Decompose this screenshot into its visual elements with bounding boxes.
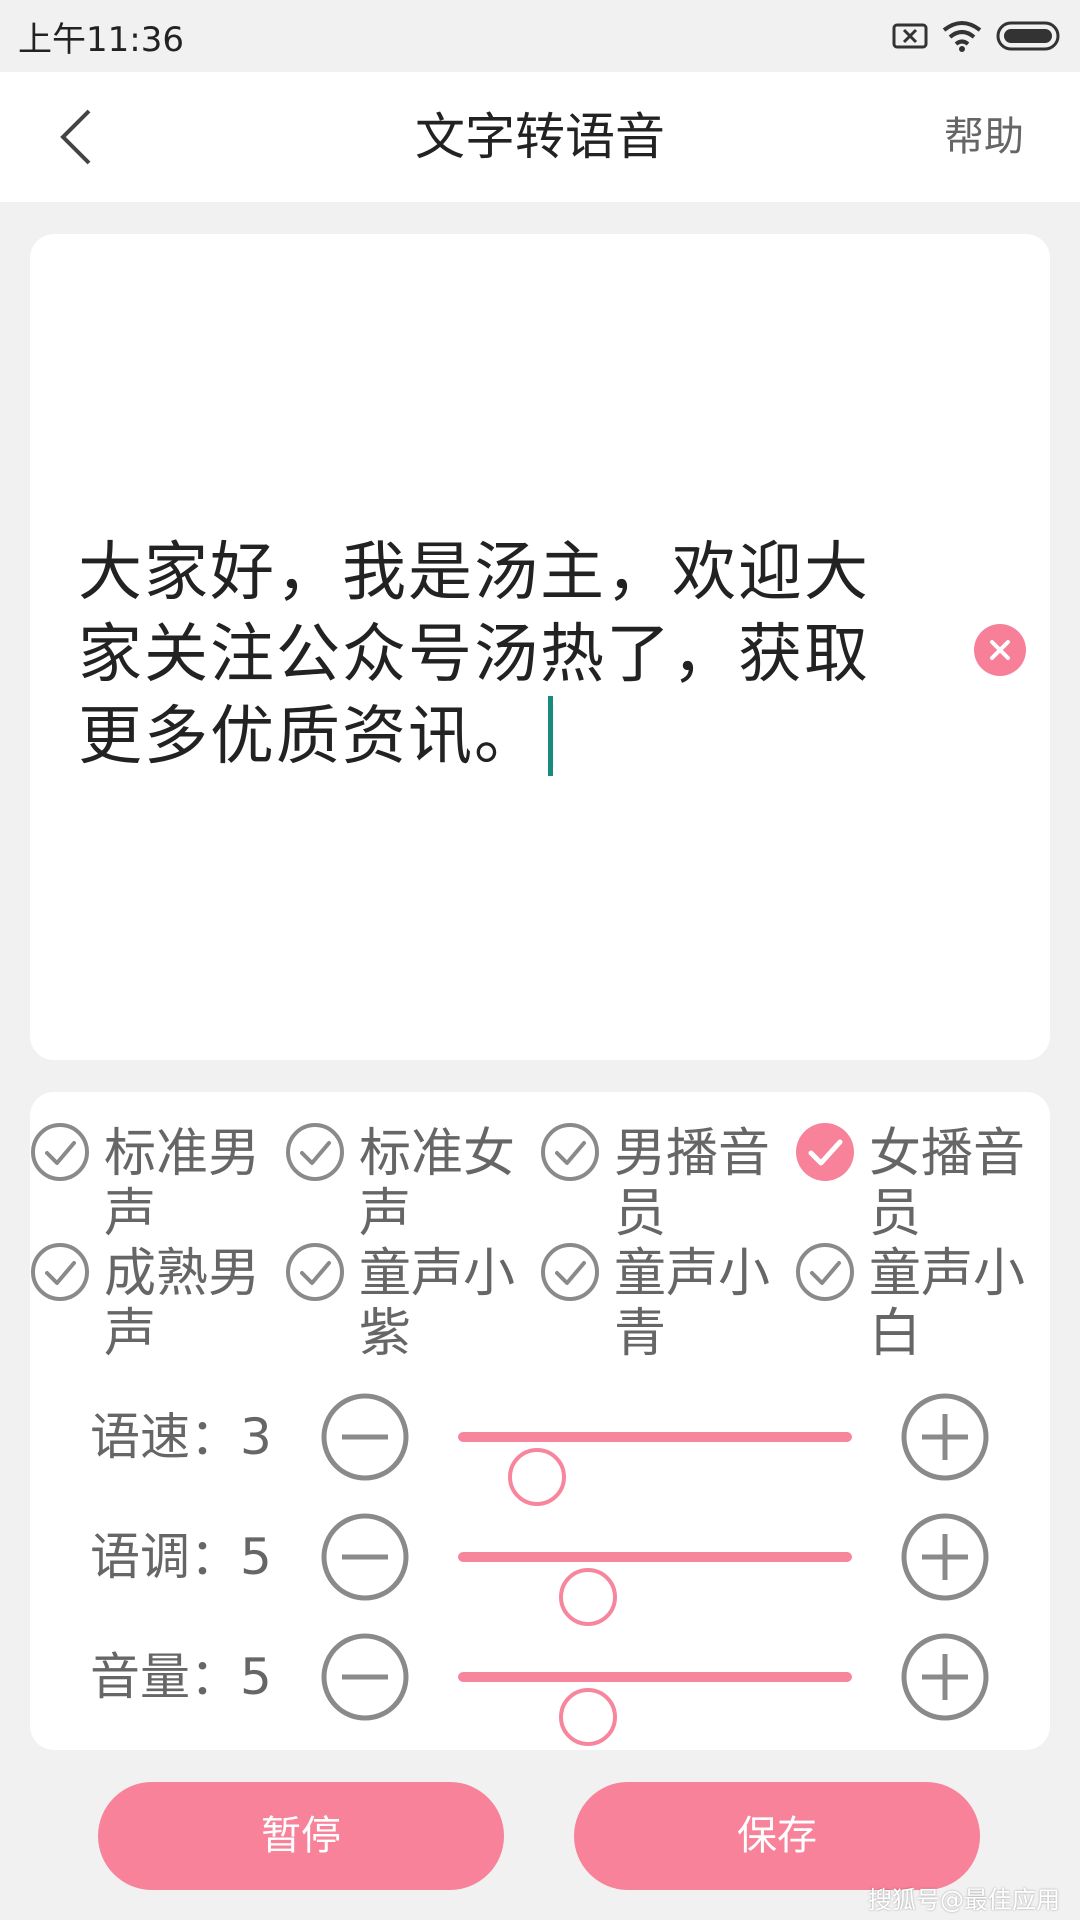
check-circle-icon (286, 1243, 344, 1301)
close-icon (990, 640, 1010, 660)
check-circle-icon (796, 1123, 854, 1181)
voice-label: 童声小白 (869, 1244, 1026, 1360)
volume-slider-track[interactable] (458, 1672, 852, 1746)
voice-label: 标准女声 (359, 1124, 516, 1240)
voice-label: 童声小紫 (359, 1244, 516, 1360)
volume-decrease-button[interactable] (320, 1632, 410, 1722)
voice-option[interactable]: 童声小青 (540, 1240, 795, 1360)
voice-option[interactable]: 成熟男声 (30, 1240, 285, 1360)
speed-decrease-button[interactable] (320, 1392, 410, 1482)
volume-increase-button[interactable] (900, 1632, 990, 1722)
text-cursor (548, 696, 553, 776)
voice-option[interactable]: 童声小白 (795, 1240, 1050, 1360)
save-button[interactable]: 保存 (574, 1782, 980, 1890)
sim-off-icon (892, 23, 928, 49)
pause-button[interactable]: 暂停 (98, 1782, 504, 1890)
speed-slider-thumb[interactable] (507, 1448, 566, 1506)
wifi-icon (942, 21, 982, 52)
check-circle-icon (31, 1243, 89, 1301)
voice-option[interactable]: 标准女声 (285, 1120, 540, 1240)
voice-option[interactable]: 标准男声 (30, 1120, 285, 1240)
speed-slider-track[interactable] (458, 1432, 852, 1506)
check-circle-icon (541, 1123, 599, 1181)
pitch-slider-thumb[interactable] (559, 1568, 618, 1626)
watermark: 搜狐号@最佳应用 (868, 1886, 1060, 1914)
help-button[interactable]: 帮助 (944, 72, 1024, 202)
volume-label: 音量：5 (90, 1648, 272, 1706)
nav-bar: 文字转语音 帮助 (0, 72, 1080, 202)
back-button[interactable] (40, 100, 110, 174)
voice-option[interactable]: 男播音员 (540, 1120, 795, 1240)
speed-row: 语速：3 (30, 1392, 1050, 1506)
check-circle-icon (796, 1243, 854, 1301)
voice-options-card: 标准男声 标准女声 男播音员 女播音员 成熟男声 童声小紫 童声小青 童声小白 (30, 1092, 1050, 1750)
pitch-row: 语调：5 (30, 1512, 1050, 1626)
status-icons (892, 20, 1062, 52)
check-circle-icon (286, 1123, 344, 1181)
text-input-value: 大家好，我是汤主，欢迎大家关注公众号汤热了，获取更多优质资讯。 (78, 536, 870, 774)
pitch-label: 语调：5 (90, 1528, 272, 1586)
clear-text-button[interactable] (974, 624, 1026, 676)
battery-icon (996, 21, 1060, 51)
voice-label: 成熟男声 (104, 1244, 261, 1360)
page-title: 文字转语音 (415, 108, 665, 166)
voice-label: 标准男声 (104, 1124, 261, 1240)
volume-row: 音量：5 (30, 1632, 1050, 1746)
check-circle-icon (541, 1243, 599, 1301)
voice-list: 标准男声 标准女声 男播音员 女播音员 成熟男声 童声小紫 童声小青 童声小白 (30, 1120, 1050, 1360)
pitch-increase-button[interactable] (900, 1512, 990, 1602)
speed-increase-button[interactable] (900, 1392, 990, 1482)
chevron-left-icon (60, 109, 91, 165)
voice-label: 女播音员 (869, 1124, 1026, 1240)
status-time: 上午11:36 (18, 19, 184, 60)
text-input[interactable]: 大家好，我是汤主，欢迎大家关注公众号汤热了，获取更多优质资讯。 (78, 532, 918, 778)
voice-option[interactable]: 女播音员 (795, 1120, 1050, 1240)
pitch-decrease-button[interactable] (320, 1512, 410, 1602)
pitch-slider-track[interactable] (458, 1552, 852, 1626)
volume-slider-thumb[interactable] (559, 1688, 618, 1746)
voice-label: 男播音员 (614, 1124, 771, 1240)
speed-label: 语速：3 (90, 1408, 272, 1466)
check-circle-icon (31, 1123, 89, 1181)
voice-option[interactable]: 童声小紫 (285, 1240, 540, 1360)
text-input-card[interactable]: 大家好，我是汤主，欢迎大家关注公众号汤热了，获取更多优质资讯。 (30, 234, 1050, 1060)
voice-label: 童声小青 (614, 1244, 771, 1360)
status-bar: 上午11:36 (0, 0, 1080, 72)
